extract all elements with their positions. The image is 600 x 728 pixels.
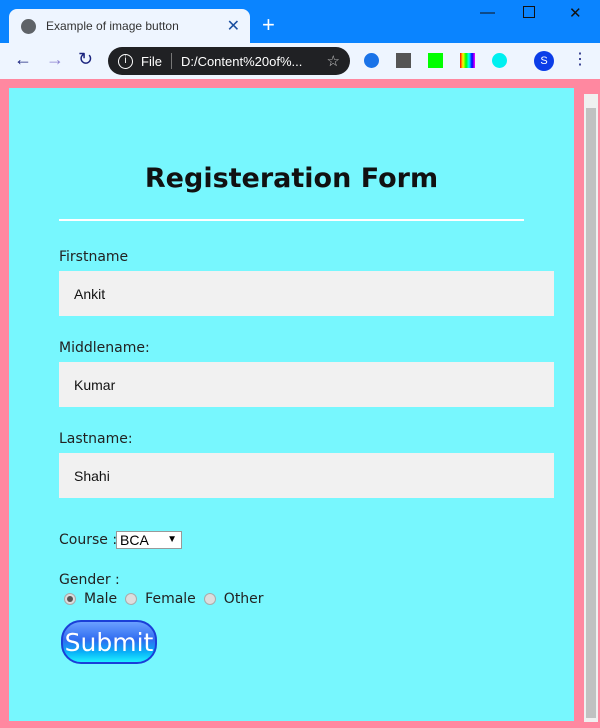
extension-green-icon[interactable] — [428, 53, 443, 68]
submit-button[interactable]: Submit — [61, 620, 157, 664]
browser-tab[interactable]: Example of image button ✕ — [9, 9, 250, 43]
firstname-input[interactable] — [59, 271, 554, 316]
extension-color-bars-icon[interactable] — [460, 53, 475, 68]
window-close-icon[interactable]: ✕ — [569, 4, 582, 22]
gender-radio-group: Male Female Other — [64, 591, 272, 607]
course-select[interactable]: BCA ▼ — [116, 531, 182, 549]
forward-icon[interactable]: → — [46, 49, 64, 70]
bookmark-star-icon[interactable]: ☆ — [327, 52, 340, 70]
course-value: BCA — [120, 532, 149, 548]
scrollbar[interactable] — [584, 94, 598, 722]
page-title: Registeration Form — [144, 163, 439, 194]
title-bar: Example of image button ✕ + — ✕ — [0, 0, 600, 43]
gender-label: Gender : — [59, 572, 120, 588]
extension-g-icon[interactable] — [492, 53, 507, 68]
gender-option-label: Female — [145, 591, 196, 607]
gender-option-label: Male — [84, 591, 118, 607]
profile-avatar[interactable]: S — [534, 51, 554, 71]
maximize-icon[interactable] — [523, 6, 535, 18]
extension-m-icon[interactable] — [396, 53, 411, 68]
browser-toolbar: ← → ↻ i File D:/Content%20of%... ☆ S ⋮ — [0, 43, 600, 79]
back-icon[interactable]: ← — [14, 49, 32, 70]
divider — [170, 53, 172, 69]
address-bar[interactable]: i File D:/Content%20of%... ☆ — [108, 47, 350, 75]
reload-icon[interactable]: ↻ — [78, 49, 93, 70]
dropdown-arrow-icon: ▼ — [167, 534, 177, 545]
globe-icon — [21, 18, 36, 34]
course-label: Course : — [59, 532, 118, 548]
info-icon[interactable]: i — [118, 53, 133, 69]
gender-option-label: Other — [223, 591, 264, 607]
middlename-label: Middlename: — [59, 340, 150, 356]
scrollbar-thumb[interactable] — [586, 108, 596, 718]
middlename-input[interactable] — [59, 362, 554, 407]
registration-page: Registeration Form Firstname Middlename:… — [9, 88, 574, 721]
gender-radio-female[interactable] — [125, 593, 138, 605]
extension-a-icon[interactable] — [364, 53, 379, 68]
gender-radio-male[interactable] — [64, 593, 76, 605]
url-scheme: File — [141, 53, 162, 69]
close-tab-icon[interactable]: ✕ — [227, 16, 240, 36]
lastname-input[interactable] — [59, 453, 554, 498]
url-text[interactable]: D:/Content%20of%... — [181, 54, 327, 69]
new-tab-icon[interactable]: + — [262, 12, 275, 38]
minimize-icon[interactable]: — — [480, 4, 495, 21]
firstname-label: Firstname — [59, 249, 129, 265]
tab-title: Example of image button — [46, 19, 179, 33]
title-divider — [59, 219, 524, 221]
menu-dots-icon[interactable]: ⋮ — [572, 49, 588, 69]
gender-radio-other[interactable] — [203, 593, 216, 605]
lastname-label: Lastname: — [59, 431, 133, 447]
